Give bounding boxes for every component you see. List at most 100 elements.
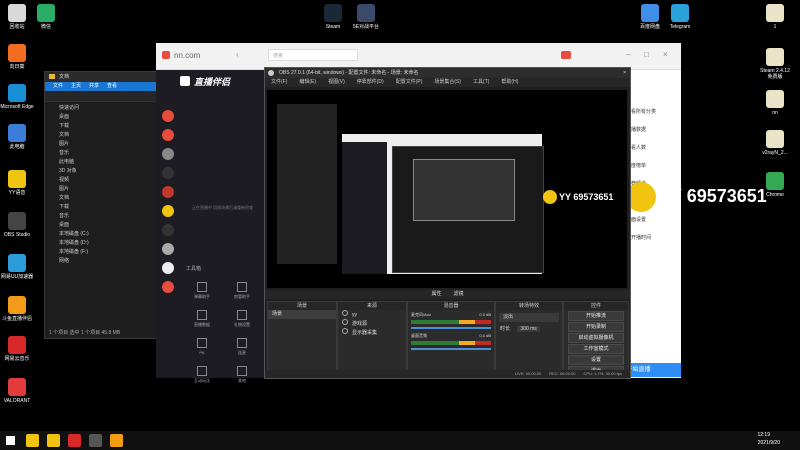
tool-item[interactable]: 连麦 — [222, 336, 262, 364]
nav-tree-item[interactable]: 图片 — [45, 185, 165, 194]
nav-tree-item[interactable]: 此电脑 — [45, 158, 165, 167]
douyu-icon[interactable] — [68, 434, 81, 447]
ribbon-tab[interactable]: 共享 — [89, 83, 99, 89]
desktop-icon-right-3[interactable]: Steam 2.4.12免费版 — [758, 48, 792, 80]
search-input[interactable]: 搜索 — [268, 49, 358, 61]
tool-item[interactable]: 其他 — [222, 364, 262, 392]
explorer-icon[interactable] — [26, 434, 39, 447]
app-sidebar-icon[interactable] — [162, 281, 174, 293]
transition-type[interactable]: 淡出 — [499, 313, 559, 322]
nav-tree-item[interactable]: 图片 — [45, 140, 165, 149]
volume-slider[interactable] — [411, 327, 491, 329]
clock-time[interactable]: 12:19 — [757, 432, 770, 438]
nav-tree-item[interactable]: 桌面 — [45, 113, 165, 122]
maximize-icon[interactable]: □ — [644, 50, 649, 59]
app-sidebar-icon[interactable] — [162, 243, 174, 255]
obs-menu-item[interactable]: 文件(F) — [271, 79, 287, 85]
ribbon-tab[interactable]: 文件 — [53, 83, 63, 89]
source-item[interactable]: 游戏源 — [338, 319, 406, 328]
desktop-icon-left-3[interactable]: Microsoft Edge — [0, 84, 34, 110]
nav-tree-item[interactable]: 下载 — [45, 122, 165, 131]
desktop-icon-right-4[interactable]: nn — [758, 90, 792, 116]
app-sidebar-icon[interactable] — [162, 186, 174, 198]
tool-item[interactable]: 弹幕助手 — [182, 280, 222, 308]
yy-icon[interactable] — [47, 434, 60, 447]
file-explorer-window[interactable]: 文档 文件 主页 共享 查看 快速访问 桌面 下载 文档 图片 音乐 此电脑 3D 对象 视频 图片 文档… — [44, 71, 166, 339]
right-list-item[interactable]: 热度榜单 — [626, 157, 681, 175]
app-sidebar-icon[interactable] — [162, 262, 174, 274]
obs-menu-item[interactable]: 视图(V) — [328, 79, 345, 85]
control-button[interactable]: 开始推流 — [568, 311, 624, 321]
obs-menu-item[interactable]: 工具(T) — [473, 79, 489, 85]
desktop-icon-top-0[interactable]: Steam — [316, 4, 350, 30]
desktop-icon-left-1[interactable]: 微信 — [29, 4, 63, 30]
desktop-icon-left-10[interactable]: VALORANT — [0, 378, 34, 404]
nav-tree-item[interactable]: 音乐 — [45, 212, 165, 221]
eye-icon[interactable] — [342, 328, 348, 334]
clock-date[interactable]: 2021/9/20 — [758, 440, 780, 446]
nav-tree-item[interactable]: 桌面 — [45, 221, 165, 230]
eye-icon[interactable] — [342, 310, 348, 316]
nav-tree-item[interactable]: 快速访问 — [45, 104, 165, 113]
nav-tree-item[interactable]: 本地磁盘 (D:) — [45, 239, 165, 248]
desktop-icon-top-1[interactable]: 5E对战平台 — [349, 4, 383, 30]
desktop-icon-left-6[interactable]: OBS Studio — [0, 212, 34, 238]
control-button[interactable]: 开始录制 — [568, 322, 624, 332]
app-download-icon[interactable] — [561, 51, 571, 59]
preview-bar-button[interactable]: 滤镜 — [454, 291, 464, 297]
ribbon-tab[interactable]: 查看 — [107, 83, 117, 89]
obs-preview[interactable]: YY 69573651 — [267, 90, 627, 288]
sources-panel[interactable]: 来源 yy 游戏源 显示器采集 — [337, 301, 407, 375]
scene-item[interactable]: 场景 — [268, 310, 336, 319]
nav-tree-item[interactable]: 视频 — [45, 176, 165, 185]
minimize-icon[interactable]: – — [626, 50, 630, 59]
nav-tree-item[interactable]: 3D 对象 — [45, 167, 165, 176]
obs-menu-item[interactable]: 配置文件(P) — [396, 79, 423, 85]
preview-bar-button[interactable]: 属性 — [431, 291, 441, 297]
app-sidebar-icon[interactable] — [162, 110, 174, 122]
control-button[interactable]: 启动虚拟摄像机 — [568, 333, 624, 343]
mixer-panel[interactable]: 混音器 麦克风/Aux 0.0 dB 桌面音频 0.0 dB — [407, 301, 495, 375]
tool-item[interactable]: 礼物设置 — [222, 308, 262, 336]
back-icon[interactable]: ‹ — [236, 50, 239, 59]
live-companion-icon[interactable] — [110, 434, 123, 447]
transitions-panel[interactable]: 转场特效 淡出 时长 300 ms — [495, 301, 563, 375]
right-list-item[interactable]: 直播数据 — [626, 121, 681, 139]
close-icon[interactable]: × — [663, 50, 668, 59]
start-windows-icon[interactable] — [6, 436, 15, 445]
obs-menu-item[interactable]: 帮助(H) — [501, 79, 518, 85]
app-sidebar-icon[interactable] — [162, 148, 174, 160]
desktop-icon-right-1[interactable]: Telegram — [663, 4, 697, 30]
control-button[interactable]: 工作室模式 — [568, 344, 624, 354]
source-item[interactable]: 显示器采集 — [338, 328, 406, 337]
nav-tree-item[interactable]: 下载 — [45, 203, 165, 212]
nav-tree-item[interactable]: 网络 — [45, 257, 165, 266]
desktop-icon-right-0[interactable]: 百度网盘 — [633, 4, 667, 30]
obs-titlebar[interactable]: OBS 27.0.1 (64-bit, windows) - 配置文件: 未命名… — [265, 68, 630, 78]
nav-tree-item[interactable]: 本地磁盘 (F:) — [45, 248, 165, 257]
desktop-icon-left-5[interactable]: YY语音 — [0, 170, 34, 196]
eye-icon[interactable] — [342, 319, 348, 325]
source-item[interactable]: yy — [338, 310, 406, 319]
right-list-item[interactable]: 查看所有分类 — [626, 103, 681, 121]
obs-menu-item[interactable]: 编辑(E) — [299, 79, 316, 85]
nav-tree-item[interactable]: 音乐 — [45, 149, 165, 158]
nav-tree-item[interactable]: 文档 — [45, 131, 165, 140]
tool-item[interactable]: PK — [182, 336, 222, 364]
obs-menu-item[interactable]: 停靠部件(D) — [357, 79, 384, 85]
ribbon-tab[interactable]: 主页 — [71, 83, 81, 89]
desktop-icon-right-5[interactable]: v2rayN_2... — [758, 130, 792, 156]
desktop-icon-left-4[interactable]: 此电脑 — [0, 124, 34, 150]
right-list-item[interactable]: 观看人数 — [626, 139, 681, 157]
scenes-panel[interactable]: 场景 场景 — [267, 301, 337, 375]
nav-tree-item[interactable]: 文档 — [45, 194, 165, 203]
right-list-item[interactable]: 封面设置 — [626, 211, 681, 229]
obs-close-icon[interactable]: × — [623, 68, 626, 78]
right-list-item[interactable]: 已开播时间 — [626, 229, 681, 247]
duration-value[interactable]: 300 ms — [517, 326, 540, 332]
nav-tree-item[interactable]: 本地磁盘 (C:) — [45, 230, 165, 239]
obs-window[interactable]: OBS 27.0.1 (64-bit, windows) - 配置文件: 未命名… — [264, 67, 631, 379]
obs-menu-item[interactable]: 场景集合(S) — [434, 79, 461, 85]
control-button[interactable]: 设置 — [568, 355, 624, 365]
tool-item[interactable]: 房管助手 — [222, 280, 262, 308]
